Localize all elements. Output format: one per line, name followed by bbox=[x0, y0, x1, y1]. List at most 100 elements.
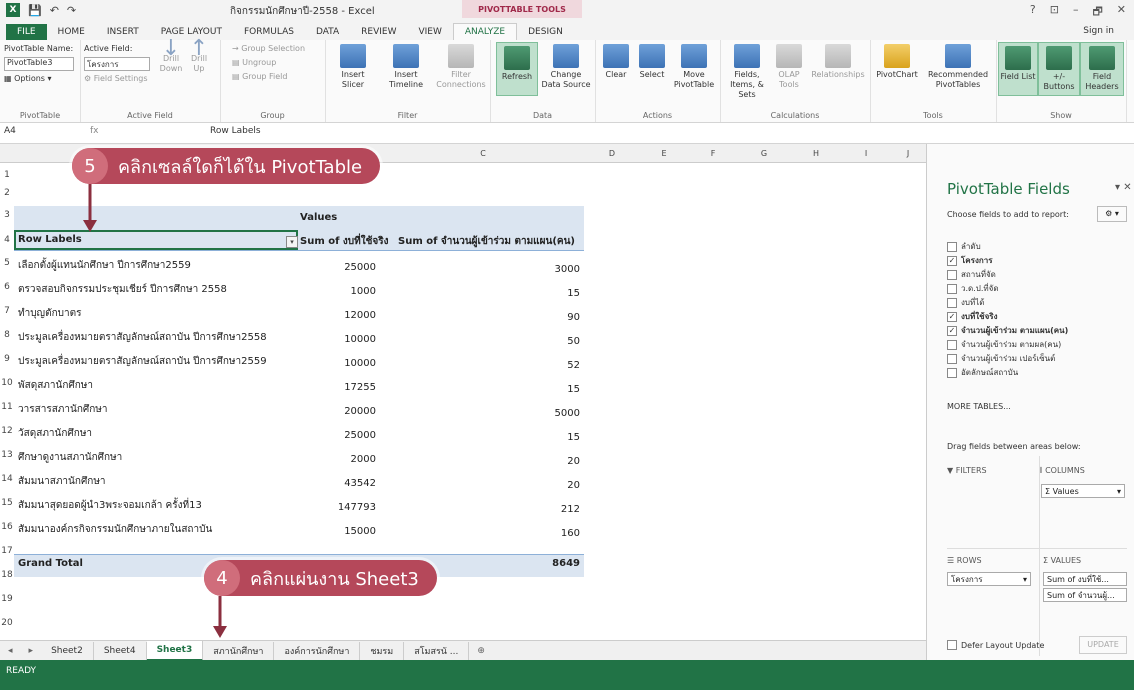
drill-down-button[interactable]: ↓ Drill Down bbox=[158, 38, 184, 74]
cell-value[interactable]: 25000 bbox=[300, 262, 376, 273]
row-label[interactable]: พัสดุสภานักศึกษา bbox=[18, 378, 93, 393]
row-number[interactable]: 2 bbox=[0, 188, 14, 198]
close-icon[interactable]: ✕ bbox=[1117, 3, 1126, 22]
tab-design[interactable]: DESIGN bbox=[517, 24, 574, 40]
cell-value[interactable]: 90 bbox=[384, 312, 580, 323]
sign-in-link[interactable]: Sign in bbox=[1083, 26, 1114, 36]
row-number[interactable]: 3 bbox=[0, 210, 14, 220]
row-number[interactable]: 14 bbox=[0, 474, 14, 484]
row-label[interactable]: ทำบุญตักบาตร bbox=[18, 306, 81, 321]
defer-layout-checkbox[interactable]: Defer Layout Update bbox=[947, 640, 1044, 650]
insert-timeline-button[interactable]: Insert Timeline bbox=[381, 44, 431, 90]
field-settings-button[interactable]: ⚙ Field Settings bbox=[84, 74, 148, 83]
field-item[interactable]: งบที่ได้ bbox=[947, 296, 984, 309]
sheet-tab[interactable]: Sheet4 bbox=[94, 642, 147, 660]
cell-value[interactable]: 15 bbox=[384, 288, 580, 299]
checkbox-icon[interactable] bbox=[947, 241, 957, 252]
row-labels-filter-button[interactable]: ▾ bbox=[286, 236, 298, 248]
sheet-tab[interactable]: Sheet2 bbox=[41, 642, 94, 660]
insert-slicer-button[interactable]: Insert Slicer bbox=[331, 44, 375, 90]
help-icon[interactable]: ? bbox=[1030, 3, 1036, 22]
row-number[interactable]: 9 bbox=[0, 354, 14, 364]
row-number[interactable]: 10 bbox=[0, 378, 14, 388]
field-item[interactable]: ลำดับ bbox=[947, 240, 981, 253]
row-number[interactable]: 20 bbox=[0, 618, 14, 628]
checkbox-checked-icon[interactable]: ✓ bbox=[947, 325, 957, 336]
row-label[interactable]: ประมูลเครื่องหมายตราสัญลักษณ์สถาบัน ปีกา… bbox=[18, 330, 267, 345]
redo-icon[interactable]: ↷ bbox=[67, 4, 76, 17]
cell-value[interactable]: 15000 bbox=[300, 526, 376, 537]
values-field-dropdown[interactable]: Sum of จำนวนผู้... bbox=[1043, 588, 1127, 602]
field-item[interactable]: สถานที่จัด bbox=[947, 268, 996, 281]
tab-insert[interactable]: INSERT bbox=[96, 24, 150, 40]
change-data-source-button[interactable]: Change Data Source bbox=[540, 44, 592, 90]
ungroup-button[interactable]: ▤ Ungroup bbox=[232, 58, 276, 67]
field-headers-toggle[interactable]: Field Headers bbox=[1080, 42, 1124, 96]
row-number[interactable]: 11 bbox=[0, 402, 14, 412]
clear-button[interactable]: Clear bbox=[599, 44, 633, 80]
add-sheet-icon[interactable]: ⊕ bbox=[469, 646, 493, 656]
group-selection-button[interactable]: → Group Selection bbox=[232, 44, 305, 53]
cell-value[interactable]: 160 bbox=[384, 528, 580, 539]
row-number[interactable]: 7 bbox=[0, 306, 14, 316]
grand-total-label[interactable]: Grand Total bbox=[18, 558, 83, 569]
row-number[interactable]: 18 bbox=[0, 570, 14, 580]
cell-value[interactable]: 10000 bbox=[300, 334, 376, 345]
cell-value[interactable]: 50 bbox=[384, 336, 580, 347]
refresh-button[interactable]: Refresh bbox=[496, 42, 538, 96]
cell-value[interactable]: 15 bbox=[384, 432, 580, 443]
column-header[interactable]: J bbox=[890, 144, 926, 163]
cell-value[interactable]: 20000 bbox=[300, 406, 376, 417]
column-header[interactable]: H bbox=[790, 144, 843, 163]
checkbox-checked-icon[interactable]: ✓ bbox=[947, 255, 957, 266]
fields-items-sets-button[interactable]: Fields, Items, & Sets bbox=[724, 44, 770, 100]
row-number[interactable]: 16 bbox=[0, 522, 14, 532]
pane-options-icon[interactable]: ▾ ✕ bbox=[1115, 182, 1132, 193]
field-item[interactable]: ✓ งบที่ใช้จริง bbox=[947, 310, 997, 323]
pivotchart-button[interactable]: PivotChart bbox=[874, 44, 920, 80]
cell-value[interactable]: 20 bbox=[384, 456, 580, 467]
row-label[interactable]: ประมูลเครื่องหมายตราสัญลักษณ์สถาบัน ปีกา… bbox=[18, 354, 267, 369]
row-number[interactable]: 12 bbox=[0, 426, 14, 436]
field-item[interactable]: ✓ จำนวนผู้เข้าร่วม ตามแผน(คน) bbox=[947, 324, 1068, 337]
cell-value[interactable]: 43542 bbox=[300, 478, 376, 489]
filter-connections-button[interactable]: Filter Connections bbox=[435, 44, 487, 90]
row-number[interactable]: 4 bbox=[0, 235, 14, 245]
rows-field-dropdown[interactable]: โครงการ ▾ bbox=[947, 572, 1031, 586]
buttons-toggle[interactable]: +/- Buttons bbox=[1038, 42, 1080, 96]
recommended-pivottables-button[interactable]: Recommended PivotTables bbox=[922, 44, 994, 90]
cell-value[interactable]: 25000 bbox=[300, 430, 376, 441]
row-number[interactable]: 6 bbox=[0, 282, 14, 292]
tab-formulas[interactable]: FORMULAS bbox=[233, 24, 305, 40]
field-list-button[interactable]: Field List bbox=[998, 42, 1038, 96]
sheet-tab[interactable]: สภานักศึกษา bbox=[203, 642, 275, 660]
tab-scroll-left-icon[interactable]: ◂ bbox=[0, 646, 21, 656]
column-header[interactable]: G bbox=[738, 144, 791, 163]
worksheet-grid[interactable]: A B C D E F G H I J 1 2 3 4 5 6 7 8 9 10… bbox=[0, 144, 926, 640]
row-number[interactable]: 15 bbox=[0, 498, 14, 508]
row-label[interactable]: วารสารสภานักศึกษา bbox=[18, 402, 108, 417]
select-all-corner[interactable] bbox=[0, 144, 15, 163]
checkbox-checked-icon[interactable]: ✓ bbox=[947, 311, 957, 322]
row-label[interactable]: สัมมนาสุดยอดผู้นำ3พระจอมเกล้า ครั้งที่13 bbox=[18, 498, 202, 513]
checkbox-icon[interactable] bbox=[947, 353, 957, 364]
field-item[interactable]: จำนวนผู้เข้าร่วม ตามผล(คน) bbox=[947, 338, 1061, 351]
column-header[interactable]: F bbox=[688, 144, 739, 163]
checkbox-icon[interactable] bbox=[947, 339, 957, 350]
cell-value[interactable]: 15 bbox=[384, 384, 580, 395]
field-item[interactable]: ว.ด.ป.ที่จัด bbox=[947, 282, 999, 295]
sheet-tab[interactable]: ชมรม bbox=[360, 642, 405, 660]
olap-tools-button[interactable]: OLAP Tools bbox=[772, 44, 806, 90]
checkbox-icon[interactable] bbox=[947, 283, 957, 294]
row-number[interactable]: 13 bbox=[0, 450, 14, 460]
field-item[interactable]: จำนวนผู้เข้าร่วม เปอร์เซ็นต์ bbox=[947, 352, 1055, 365]
checkbox-icon[interactable] bbox=[947, 297, 957, 308]
cell-value[interactable]: 147793 bbox=[300, 502, 376, 513]
sheet-tab-active[interactable]: Sheet3 bbox=[146, 641, 204, 661]
ribbon-display-icon[interactable]: ⊡ bbox=[1050, 3, 1059, 22]
row-label[interactable]: สัมมนาองค์กรกิจกรรมนักศึกษาภายในสถาบัน bbox=[18, 522, 212, 537]
select-button[interactable]: Select bbox=[635, 44, 669, 80]
gear-icon[interactable]: ⚙ ▾ bbox=[1097, 206, 1127, 222]
restore-icon[interactable]: 🗗 bbox=[1092, 3, 1102, 22]
row-label[interactable]: วัสดุสภานักศึกษา bbox=[18, 426, 92, 441]
